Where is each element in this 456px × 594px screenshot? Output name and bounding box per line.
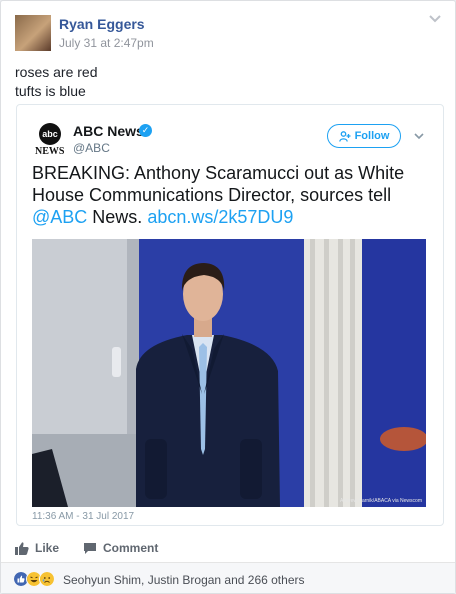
tweet-text: BREAKING: Anthony Scaramucci out as Whit… xyxy=(32,162,432,228)
like-label: Like xyxy=(35,541,60,555)
tweet-account-name[interactable]: ABC News xyxy=(73,123,144,139)
reaction-icons[interactable] xyxy=(13,571,55,587)
embedded-tweet[interactable]: abc NEWS ABC News ✓ @ABC Follow BREAKING… xyxy=(16,104,444,526)
abc-logo-text: abc xyxy=(42,129,58,139)
verified-icon: ✓ xyxy=(139,124,152,137)
chevron-down-icon[interactable] xyxy=(427,13,443,25)
abc-news-wordmark: NEWS xyxy=(35,146,65,157)
photo-credit: Andrew Harnik/ABACA via Newscom xyxy=(340,498,422,504)
post-text: roses are red tufts is blue xyxy=(15,63,97,101)
follow-label: Follow xyxy=(354,130,390,142)
tweet-url-link[interactable]: abcn.ws/2k57DU9 xyxy=(147,207,293,227)
post-actions: Like Comment xyxy=(1,534,455,564)
follow-button[interactable]: Follow xyxy=(327,124,401,148)
like-thumb-icon xyxy=(15,541,29,555)
post-text-line: tufts is blue xyxy=(15,83,86,99)
abc-logo-icon: abc xyxy=(39,123,61,145)
tweet-account-handle[interactable]: @ABC xyxy=(73,141,110,155)
tweet-mention-link[interactable]: @ABC xyxy=(32,207,87,227)
photo-illustration xyxy=(32,239,426,507)
sad-reaction-icon xyxy=(39,571,55,587)
comment-button[interactable]: Comment xyxy=(83,541,158,555)
post-text-line: roses are red xyxy=(15,64,98,80)
tweet-text-middle: News. xyxy=(87,207,148,227)
reactions-bar[interactable]: Seohyun Shim, Justin Brogan and 266 othe… xyxy=(1,563,455,593)
tweet-text-main: BREAKING: Anthony Scaramucci out as Whit… xyxy=(32,163,405,205)
reactions-summary[interactable]: Seohyun Shim, Justin Brogan and 266 othe… xyxy=(63,573,305,587)
like-button[interactable]: Like xyxy=(15,541,59,555)
chevron-down-icon[interactable] xyxy=(413,131,425,141)
tweet-photo[interactable]: Andrew Harnik/ABACA via Newscom xyxy=(32,239,426,507)
facebook-post: Ryan Eggers July 31 at 2:47pm roses are … xyxy=(0,0,456,594)
follow-person-icon xyxy=(338,130,351,142)
tweet-timestamp[interactable]: 11:36 AM - 31 Jul 2017 xyxy=(32,511,134,522)
comment-label: Comment xyxy=(103,541,159,555)
avatar[interactable] xyxy=(15,15,51,51)
author-name[interactable]: Ryan Eggers xyxy=(59,16,145,32)
comment-bubble-icon xyxy=(84,542,96,554)
post-timestamp[interactable]: July 31 at 2:47pm xyxy=(59,36,154,50)
